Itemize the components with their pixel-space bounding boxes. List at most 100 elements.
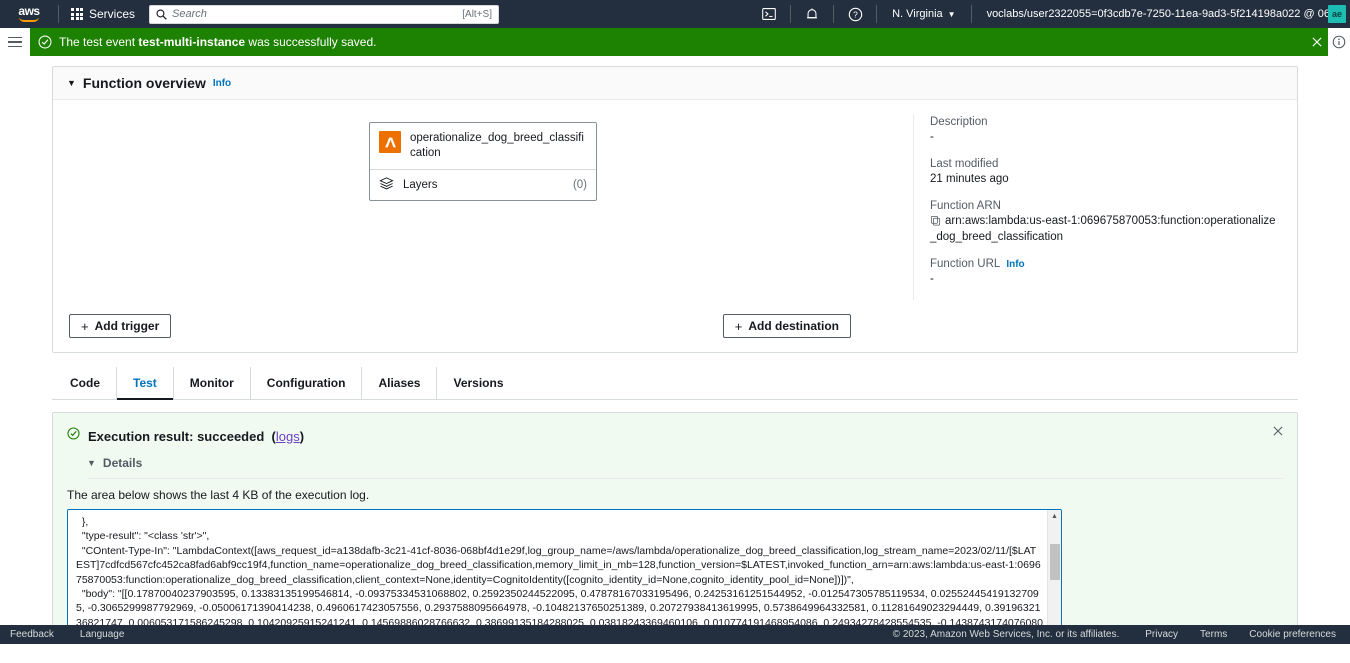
caret-down-icon[interactable]: ▼ (67, 78, 76, 88)
last-modified-value: 21 minutes ago (930, 173, 1009, 185)
execution-log-output[interactable]: }, "type-result": "<class 'str'>", "COnt… (67, 509, 1062, 644)
aws-logo-icon[interactable]: aws (12, 3, 46, 25)
execution-log-text: }, "type-result": "<class 'str'>", "COnt… (76, 516, 1043, 643)
region-label: N. Virginia (892, 8, 943, 20)
copy-icon[interactable] (930, 215, 941, 230)
grid-icon (71, 8, 83, 20)
function-node-header: operationalize_dog_breed_classification (370, 123, 596, 169)
global-navigation-bar: aws Services [Alt+S] ? N. Virginia ▼ (0, 0, 1350, 28)
execution-result-close-icon[interactable] (1269, 422, 1287, 440)
content-container: ▼ Function overview Info operationalize_… (0, 56, 1350, 644)
function-name-label: operationalize_dog_breed_classification (410, 132, 584, 159)
divider (87, 478, 1283, 479)
tab-configuration[interactable]: Configuration (251, 367, 363, 399)
tab-test[interactable]: Test (117, 367, 174, 400)
language-link[interactable]: Language (80, 629, 125, 640)
aws-wordmark: aws (18, 4, 40, 18)
scroll-up-icon[interactable]: ▲ (1048, 510, 1061, 523)
services-label: Services (89, 7, 136, 21)
nav-divider (58, 5, 59, 23)
global-search-bar[interactable]: [Alt+S] (149, 4, 500, 24)
add-trigger-button[interactable]: + Add trigger (69, 314, 172, 338)
nav-divider (876, 5, 878, 23)
details-expand-toggle[interactable]: ▼ Details (87, 456, 1283, 470)
copyright-text: © 2023, Amazon Web Services, Inc. or its… (892, 629, 1120, 640)
cookie-preferences-link[interactable]: Cookie preferences (1249, 629, 1336, 640)
account-menu-button[interactable]: voclabs/user2322055=0f3cdb7e-7250-11ea-9… (978, 0, 1342, 28)
plus-icon: + (81, 318, 89, 334)
flash-close-icon[interactable] (1304, 29, 1330, 55)
tab-code[interactable]: Code (54, 367, 117, 399)
success-check-icon (67, 425, 80, 443)
cloudshell-icon[interactable] (754, 0, 784, 28)
function-url-label-row: Function URL Info (930, 258, 1281, 270)
trigger-destination-row: + Add trigger + Add destination (53, 308, 1297, 352)
flash-message-suffix: was successfully saved. (245, 35, 377, 49)
flash-message-prefix: The test event (59, 35, 139, 49)
nav-divider (970, 5, 972, 23)
scrollbar-thumb[interactable] (1050, 544, 1060, 580)
nav-divider (790, 5, 792, 23)
details-label: Details (102, 456, 143, 470)
help-panel-toggle[interactable] (1328, 28, 1350, 56)
flash-message: The test event test-multi-instance was s… (59, 35, 376, 49)
page-title: Function overview (82, 75, 206, 91)
chevron-down-icon: ▼ (947, 9, 956, 19)
layers-node[interactable]: Layers (0) (370, 169, 596, 200)
logs-link[interactable]: logs (276, 429, 300, 444)
log-note: The area below shows the last 4 KB of th… (67, 488, 370, 502)
add-trigger-label: Add trigger (94, 319, 160, 333)
tab-versions[interactable]: Versions (437, 367, 519, 399)
search-input[interactable] (172, 8, 463, 20)
log-scrollbar[interactable]: ▲ ▼ (1047, 510, 1061, 644)
layers-icon (379, 176, 394, 194)
function-arn-value: arn:aws:lambda:us-east-1:069675870053:fu… (930, 215, 1276, 243)
description-value: - (930, 131, 934, 143)
global-nav-right-group: ? N. Virginia ▼ voclabs/user2322055=0f3c… (754, 0, 1346, 28)
lambda-icon (379, 131, 401, 153)
region-selector-button[interactable]: N. Virginia ▼ (883, 0, 964, 28)
tab-aliases[interactable]: Aliases (362, 367, 438, 399)
function-arn-label: Function ARN (930, 200, 1001, 212)
success-check-icon (38, 35, 52, 49)
layers-count: (0) (572, 179, 587, 191)
execution-result-status: Execution result: succeeded (88, 429, 265, 444)
page-footer: Feedback Language © 2023, Amazon Web Ser… (0, 625, 1350, 644)
help-question-icon[interactable]: ? (840, 0, 870, 28)
function-diagram: operationalize_dog_breed_classification … (69, 114, 913, 300)
svg-text:?: ? (853, 9, 858, 19)
execution-result-card: Execution result: succeeded (logs) ▼ Det… (52, 412, 1298, 644)
function-node[interactable]: operationalize_dog_breed_classification … (369, 122, 597, 201)
tab-monitor[interactable]: Monitor (174, 367, 251, 399)
function-overview-card: ▼ Function overview Info operationalize_… (52, 66, 1298, 353)
terms-link[interactable]: Terms (1200, 629, 1227, 640)
plus-icon: + (734, 318, 743, 334)
execution-result-header: Execution result: succeeded (logs) (67, 425, 1283, 444)
description-label: Description (930, 116, 988, 128)
add-destination-label: Add destination (748, 319, 839, 333)
function-url-info-link[interactable]: Info (1006, 259, 1024, 270)
caret-down-icon: ▼ (87, 457, 96, 468)
add-destination-button[interactable]: + Add destination (722, 314, 851, 338)
page-content: ▼ Function overview Info operationalize_… (0, 56, 1350, 644)
avatar[interactable]: ae (1328, 5, 1346, 23)
function-overview-info-link[interactable]: Info (213, 78, 231, 89)
function-overview-body: operationalize_dog_breed_classification … (53, 100, 1297, 308)
function-overview-header: ▼ Function overview Info (53, 67, 1297, 100)
success-flash-bar: The test event test-multi-instance was s… (0, 28, 1350, 56)
function-url-value: - (930, 273, 934, 285)
function-arn-row: arn:aws:lambda:us-east-1:069675870053:fu… (930, 214, 1281, 244)
layers-label: Layers (403, 179, 438, 191)
search-icon (156, 8, 167, 20)
flash-message-event-name: test-multi-instance (138, 35, 246, 49)
search-shortcut-hint: [Alt+S] (462, 8, 493, 20)
function-details-panel: Description - Last modified 21 minutes a… (913, 114, 1281, 300)
side-navigation-toggle[interactable] (0, 28, 30, 56)
services-menu-button[interactable]: Services (65, 3, 141, 25)
execution-result-title: Execution result: succeeded (logs) (88, 429, 305, 444)
notifications-bell-icon[interactable] (797, 0, 827, 28)
function-url-label: Function URL (930, 258, 1001, 270)
account-label: voclabs/user2322055=0f3cdb7e-7250-11ea-9… (986, 8, 1333, 20)
privacy-link[interactable]: Privacy (1145, 629, 1178, 640)
feedback-link[interactable]: Feedback (10, 629, 54, 640)
